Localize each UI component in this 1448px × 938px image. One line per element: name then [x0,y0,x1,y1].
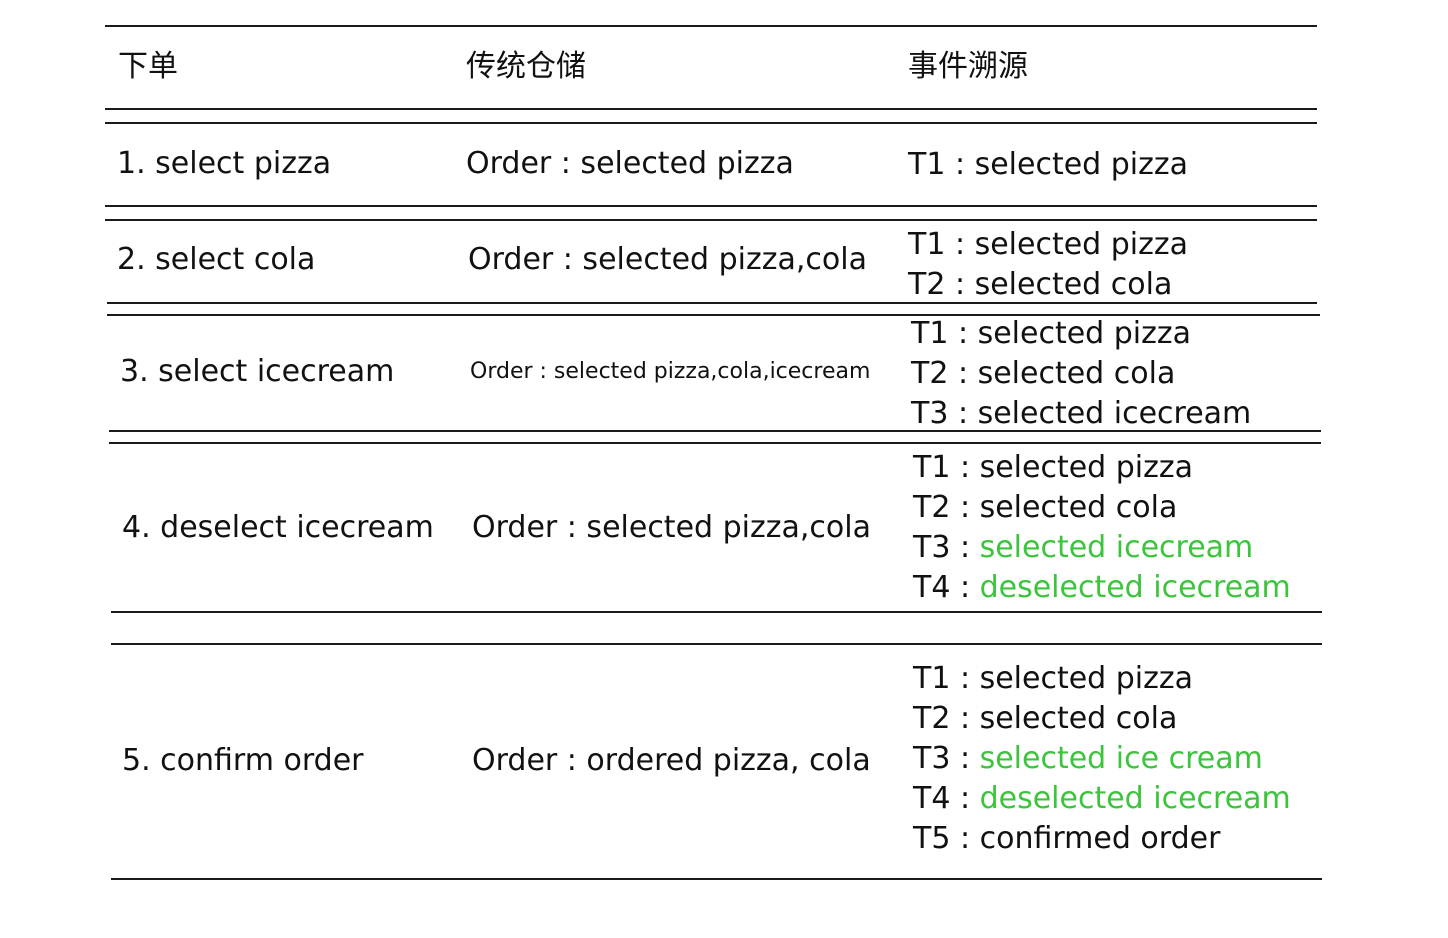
header-traditional-storage: 传统仓储 [466,49,586,84]
event-text: confirmed order [979,821,1221,856]
event-line: T2 : selected cola [913,699,1291,739]
event-label: T1 : [908,227,975,262]
event-label: T2 : [913,490,980,525]
row-3-traditional: Order : selected pizza,cola,icecream [470,359,871,384]
event-label: T4 : [913,570,980,605]
table-rule [111,611,1322,613]
table-rule [111,643,1322,645]
event-text: selected pizza [977,316,1192,351]
row-2-events: T1 : selected pizza T2 : selected cola [908,225,1188,305]
event-line: T1 : selected pizza [908,225,1188,265]
event-line: T1 : selected pizza [913,659,1291,699]
row-5-events: T1 : selected pizza T2 : selected cola T3 … [913,659,1291,859]
row-2-action: 2. select cola [117,242,316,277]
event-text: selected icecream [979,530,1254,565]
event-line: T2 : selected cola [913,488,1291,528]
event-text: selected icecream [977,396,1252,431]
row-5-traditional: Order : ordered pizza, cola [472,743,871,778]
header-order-action: 下单 [118,49,178,84]
row-1-events: T1 : selected pizza [908,145,1188,185]
event-line: T5 : confirmed order [913,819,1291,859]
header-event-sourcing: 事件溯源 [908,49,1028,84]
event-line: T3 : selected icecream [913,528,1291,568]
table-rule [105,205,1317,207]
event-text: selected cola [979,490,1178,525]
event-label: T1 : [911,316,978,351]
event-label: T3 : [913,530,980,565]
event-text: deselected icecream [979,570,1291,605]
row-3-events: T1 : selected pizza T2 : selected cola T3 … [911,314,1251,434]
event-text: deselected icecream [979,781,1291,816]
table-rule [105,108,1317,110]
event-line: T2 : selected cola [911,354,1251,394]
event-text: selected cola [977,356,1176,391]
event-text: selected cola [979,701,1178,736]
event-text: selected pizza [979,450,1194,485]
event-label: T2 : [913,701,980,736]
event-label: T1 : [908,147,975,182]
event-text: selected pizza [974,227,1189,262]
event-label: T4 : [913,781,980,816]
row-2-traditional: Order : selected pizza,cola [468,242,867,277]
event-line: T4 : deselected icecream [913,568,1291,608]
event-line: T1 : selected pizza [911,314,1251,354]
event-label: T3 : [911,396,978,431]
row-5-action: 5. confirm order [122,743,364,778]
table-rule [109,442,1321,444]
row-3-action: 3. select icecream [120,354,395,389]
row-4-traditional: Order : selected pizza,cola [472,510,871,545]
event-label: T1 : [913,661,980,696]
table-rule [105,122,1317,124]
event-line: T1 : selected pizza [908,145,1188,185]
table-rule [105,25,1317,27]
event-line: T3 : selected icecream [911,394,1251,434]
table-rule [111,878,1322,880]
event-line: T4 : deselected icecream [913,779,1291,819]
event-label: T2 : [908,267,975,302]
row-1-traditional: Order : selected pizza [466,146,794,181]
row-1-action: 1. select pizza [117,146,332,181]
event-text: selected cola [974,267,1173,302]
row-4-events: T1 : selected pizza T2 : selected cola T3 … [913,448,1291,608]
event-line: T3 : selected ice cream [913,739,1291,779]
event-label: T2 : [911,356,978,391]
event-label: T1 : [913,450,980,485]
event-text: selected pizza [979,661,1194,696]
event-text: selected ice cream [979,741,1263,776]
event-text: selected pizza [974,147,1189,182]
row-4-action: 4. deselect icecream [122,510,434,545]
event-line: T2 : selected cola [908,265,1188,305]
event-line: T1 : selected pizza [913,448,1291,488]
event-label: T3 : [913,741,980,776]
event-label: T5 : [913,821,980,856]
table-rule [105,219,1317,221]
